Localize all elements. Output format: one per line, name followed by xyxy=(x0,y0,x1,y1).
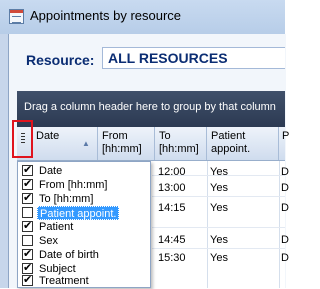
column-header-patient-appoint[interactable]: Patient appoint. xyxy=(207,127,279,160)
column-chooser-item[interactable]: Patient appoint. xyxy=(20,206,150,221)
calendar-list-icon xyxy=(9,9,24,24)
column-header-from[interactable]: From [hh:mm] xyxy=(98,127,155,160)
cell-to: 13:00 xyxy=(158,182,186,194)
appointments-window: Appointments by resource Resource: ALL R… xyxy=(0,0,289,288)
column-header-to[interactable]: To [hh:mm] xyxy=(155,127,207,160)
resource-label: Resource: xyxy=(26,52,95,68)
cell-to: 15:30 xyxy=(158,252,186,264)
column-divider xyxy=(279,161,280,288)
column-header-label: To [hh:mm] xyxy=(159,130,199,155)
cell-patient-appoint: Yes xyxy=(210,252,228,264)
column-header-label: P xyxy=(282,130,290,142)
column-chooser-label: From [hh:mm] xyxy=(39,179,108,191)
cell-patient-appoint: Yes xyxy=(210,166,228,178)
resource-value: ALL RESOURCES xyxy=(108,50,228,66)
column-chooser-item[interactable]: To [hh:mm] xyxy=(20,191,150,207)
column-chooser-label: Treatment xyxy=(39,275,89,287)
cell-patient: D xyxy=(281,202,289,214)
column-chooser-item[interactable]: Date xyxy=(20,163,150,179)
column-chooser-item[interactable]: From [hh:mm] xyxy=(20,177,150,193)
checkbox-checked[interactable] xyxy=(22,247,33,260)
column-header-label: Patient appoint. xyxy=(211,130,251,155)
cell-patient-appoint: Yes xyxy=(210,234,228,246)
row-divider xyxy=(152,248,285,249)
checkbox-checked[interactable] xyxy=(22,177,33,190)
column-chooser-button[interactable] xyxy=(12,120,33,158)
column-chooser-item[interactable]: Sex xyxy=(20,234,150,249)
checkbox-checked[interactable] xyxy=(22,163,33,176)
checkbox-checked[interactable] xyxy=(22,219,33,232)
column-chooser-popup: Date From [hh:mm] To [hh:mm] Patient app… xyxy=(17,161,151,288)
cell-patient: D xyxy=(281,182,289,194)
column-header-label: Date xyxy=(36,130,60,142)
checkbox-unchecked[interactable] xyxy=(22,235,33,246)
group-by-panel[interactable]: Drag a column header here to group by th… xyxy=(17,91,285,127)
cell-patient-appoint: Yes xyxy=(210,182,228,194)
column-header-date[interactable]: Date ▲ xyxy=(32,127,98,160)
checkbox-unchecked[interactable] xyxy=(22,207,33,218)
checkbox-checked[interactable] xyxy=(22,191,33,204)
window-title: Appointments by resource xyxy=(30,8,182,23)
column-chooser-label: Patient appoint. xyxy=(37,206,120,220)
column-header-label: From [hh:mm] xyxy=(102,130,142,155)
column-chooser-icon xyxy=(21,133,25,145)
group-by-hint: Drag a column header here to group by th… xyxy=(24,101,276,113)
cell-to: 12:00 xyxy=(158,166,186,178)
cell-patient-appoint: Yes xyxy=(210,202,228,214)
column-chooser-label: Date of birth xyxy=(39,249,99,261)
sort-ascending-icon: ▲ xyxy=(82,139,90,148)
column-header-patient[interactable]: P xyxy=(279,127,289,160)
grid-header: Date ▲ From [hh:mm] To [hh:mm] Patient a… xyxy=(17,127,289,161)
cell-patient: D xyxy=(281,234,289,246)
row-divider xyxy=(152,227,285,228)
checkbox-checked[interactable] xyxy=(22,273,33,286)
cell-patient: D xyxy=(281,166,289,178)
column-chooser-label: To [hh:mm] xyxy=(39,193,94,205)
column-chooser-item[interactable]: Date of birth xyxy=(20,247,150,263)
cell-patient: D xyxy=(281,252,289,264)
resource-selector[interactable]: ALL RESOURCES xyxy=(102,47,285,69)
column-divider xyxy=(207,161,208,288)
cell-to: 14:15 xyxy=(158,202,186,214)
column-chooser-item[interactable]: Treatment xyxy=(20,273,150,289)
column-chooser-label: Date xyxy=(39,165,63,177)
title-bar: Appointments by resource xyxy=(0,0,285,34)
row-divider xyxy=(152,196,285,197)
column-chooser-label: Patient xyxy=(39,221,74,233)
column-chooser-label: Sex xyxy=(39,235,58,247)
cell-to: 14:45 xyxy=(158,234,186,246)
column-chooser-item[interactable]: Patient xyxy=(20,219,150,235)
